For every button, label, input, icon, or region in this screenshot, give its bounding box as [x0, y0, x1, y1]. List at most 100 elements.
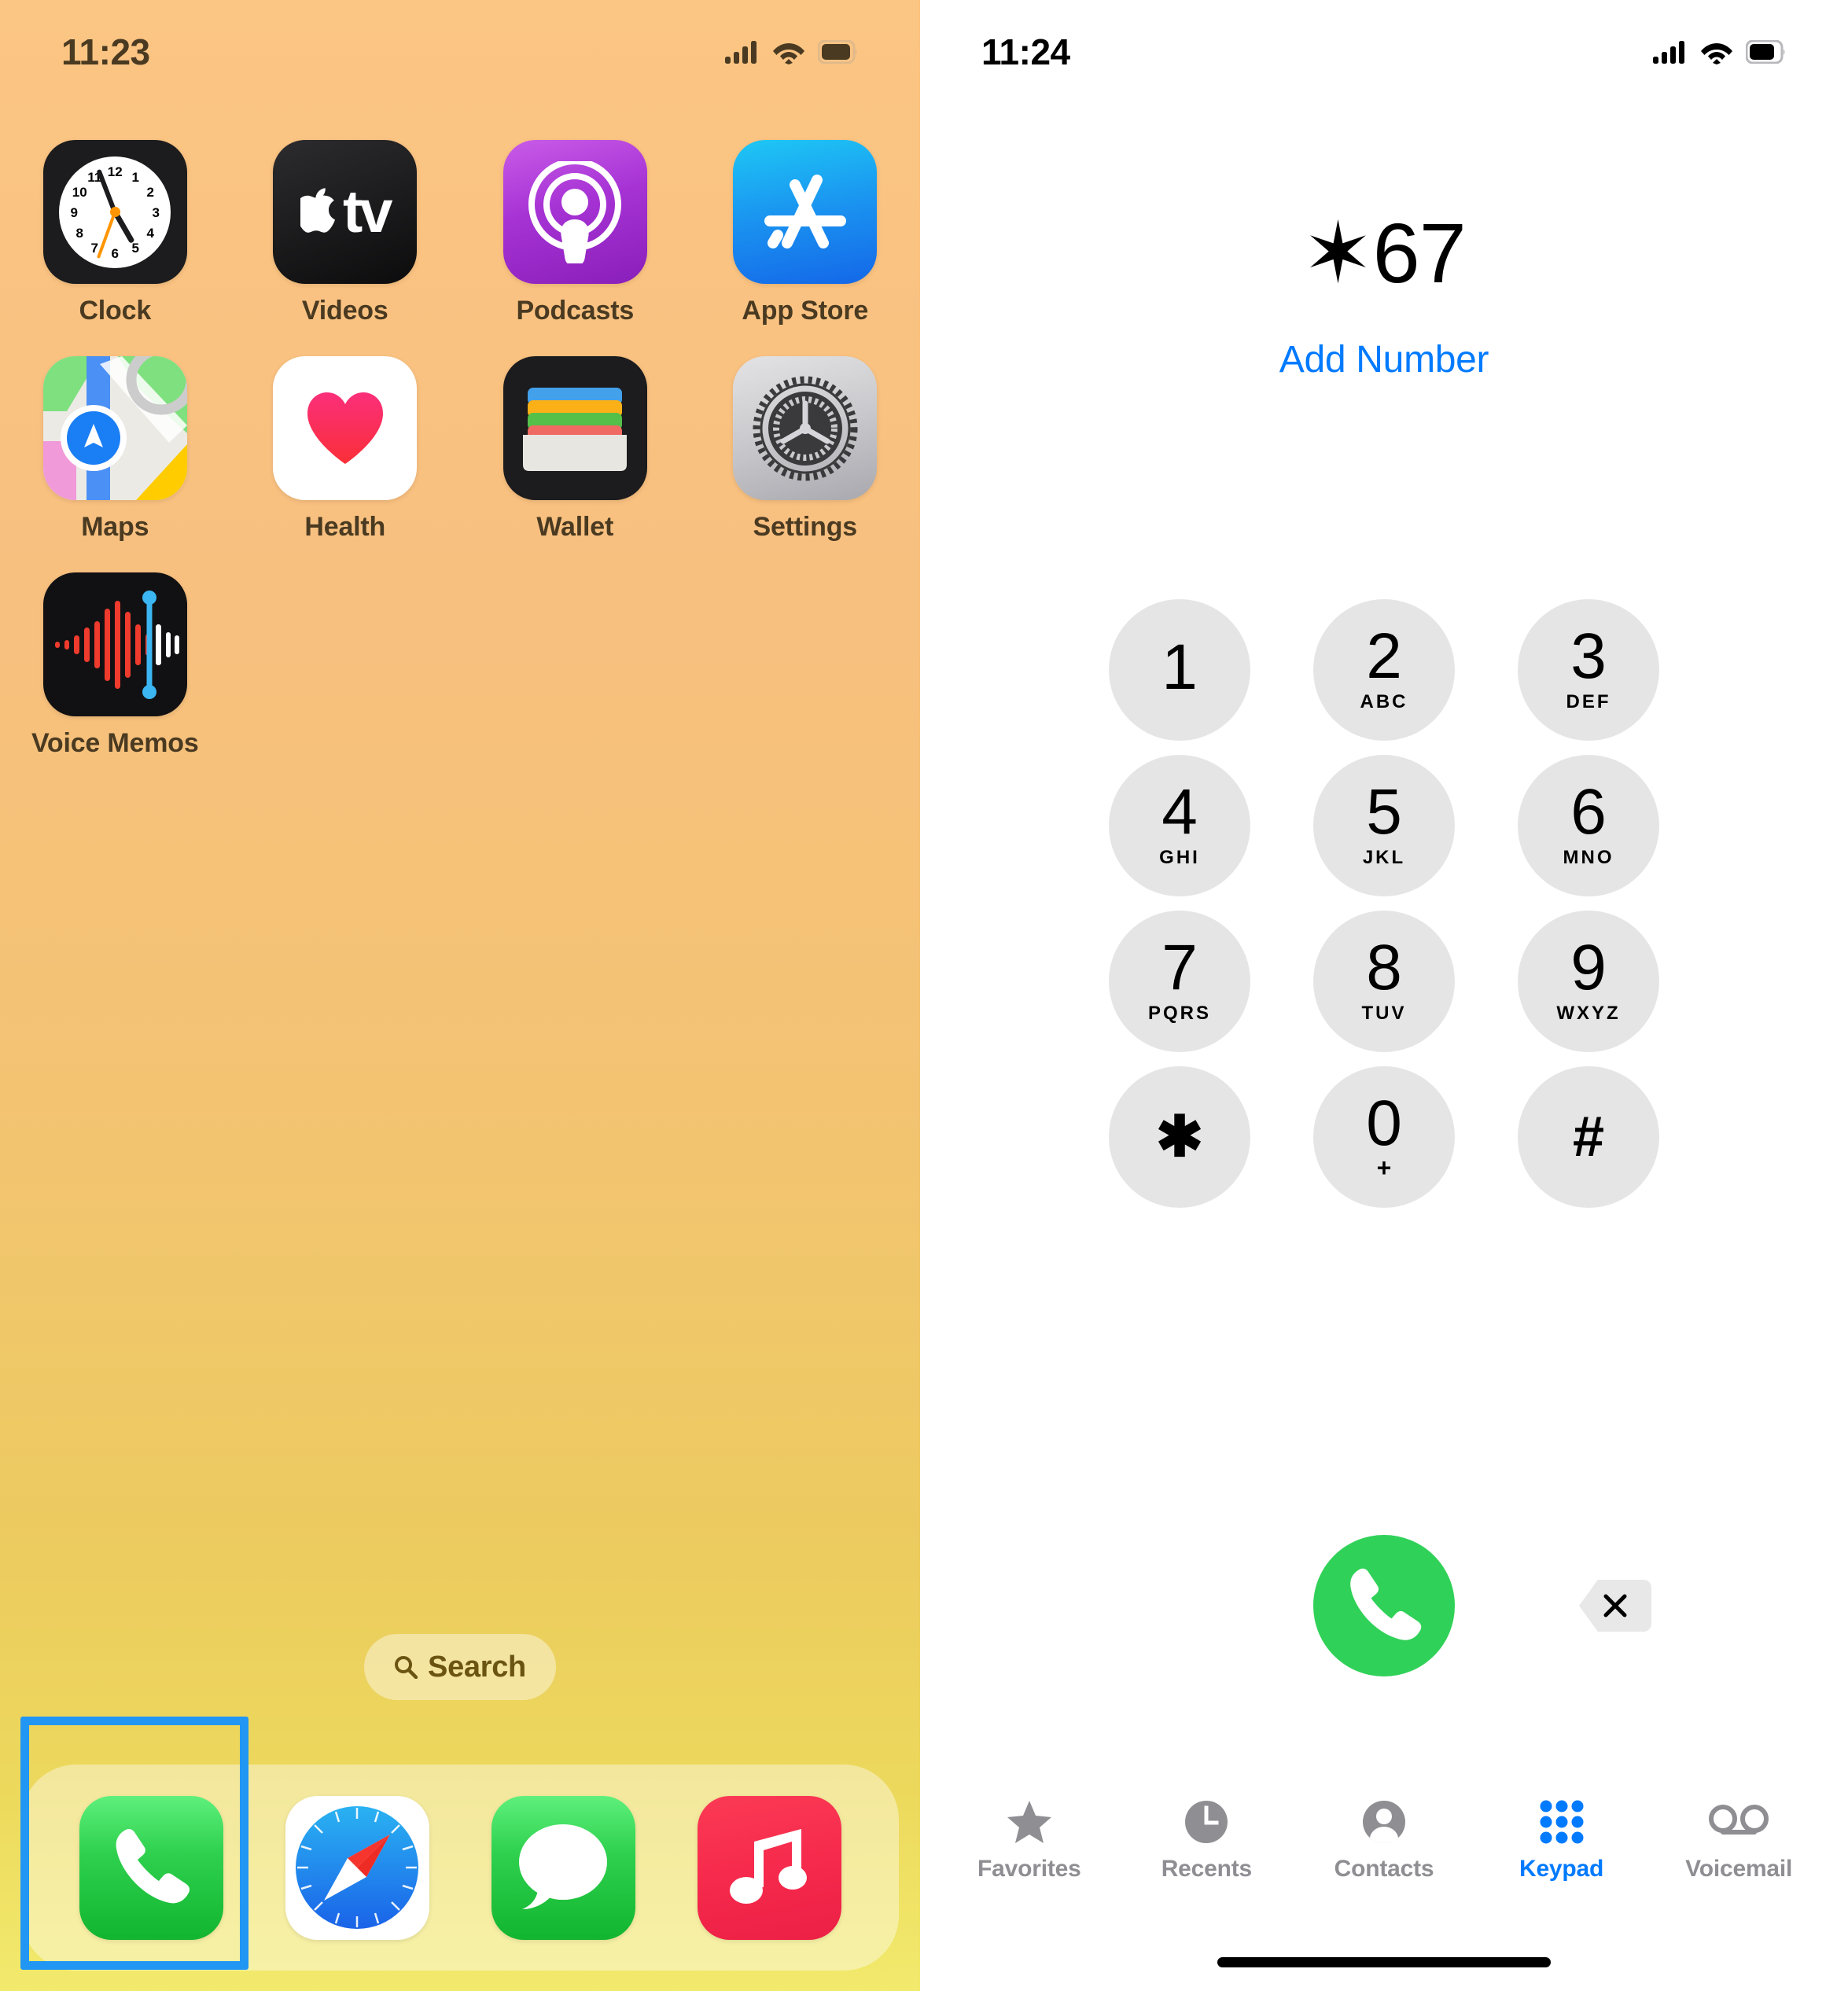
app-grid: 12 1 2 3 4 5 6 7 8 9 10 11 Clock tv Vide…: [0, 140, 920, 759]
status-time: 11:24: [981, 31, 1070, 72]
search-magnifier-icon: [395, 1656, 418, 1679]
tab-keypad[interactable]: Keypad: [1483, 1798, 1640, 1882]
key-letters: GHI: [1159, 846, 1200, 868]
search-label: Search: [428, 1650, 526, 1684]
app-health[interactable]: Health: [230, 356, 461, 543]
add-number-button[interactable]: Add Number: [920, 338, 1848, 381]
tab-favorites[interactable]: Favorites: [951, 1798, 1108, 1882]
phone-handset-icon: [116, 1829, 190, 1904]
tab-label: Contacts: [1334, 1856, 1434, 1882]
key-digit: 9: [1570, 932, 1607, 1004]
app-label: Maps: [81, 512, 149, 542]
key-digit: 3: [1570, 620, 1607, 693]
phone-tab-bar: Favorites Recents Contacts Keypad Voicem…: [920, 1798, 1848, 1916]
app-label: App Store: [742, 296, 869, 326]
key-letters: +: [1376, 1153, 1392, 1182]
dock-item-messages[interactable]: [491, 1795, 635, 1940]
wifi-icon: [773, 43, 804, 64]
key-digit: ✱: [1155, 1106, 1204, 1168]
key-letters: ABC: [1360, 690, 1408, 712]
maps-icon: [42, 356, 187, 500]
keypad-key-7[interactable]: 7 PQRS: [1109, 911, 1250, 1052]
iphone-home-screen: 11:23 12 1 2 3 4 5 6 7 8 9 10 11 Clock t…: [0, 0, 920, 1991]
app-clock[interactable]: 12 1 2 3 4 5 6 7 8 9 10 11 Clock: [0, 140, 230, 326]
settings-gear-icon: [733, 356, 878, 500]
apple-logo-icon: [300, 187, 335, 233]
app-maps[interactable]: Maps: [0, 356, 230, 543]
app-label: Videos: [301, 296, 388, 326]
keypad-key-3[interactable]: 3 DEF: [1518, 599, 1659, 741]
star-icon: [1007, 1801, 1051, 1843]
dock-item-music[interactable]: [697, 1795, 841, 1940]
search-button[interactable]: Search: [364, 1634, 556, 1700]
app-wallet[interactable]: Wallet: [460, 356, 690, 543]
app-settings[interactable]: Settings: [690, 356, 921, 543]
status-time: 11:23: [61, 31, 150, 72]
keypad-key-8[interactable]: 8 TUV: [1313, 911, 1455, 1052]
keypad-dots-icon: [1540, 1800, 1584, 1844]
dock-item-phone[interactable]: [79, 1795, 223, 1940]
tab-label: Favorites: [977, 1856, 1081, 1882]
key-digit: 5: [1366, 776, 1402, 848]
tab-voicemail[interactable]: Voicemail: [1660, 1798, 1817, 1882]
app-videos[interactable]: tv Videos: [230, 140, 461, 326]
keypad-key-0[interactable]: 0 +: [1313, 1066, 1455, 1208]
app-label: Settings: [753, 512, 858, 542]
iphone-phone-app-keypad-screen: 11:24 ✶67 Add Number 1 2 ABC 3 DEF 4 GHI…: [920, 0, 1848, 1991]
app-app-store[interactable]: App Store: [690, 140, 921, 326]
tab-recents[interactable]: Recents: [1128, 1798, 1285, 1882]
clock-icon: [1185, 1801, 1228, 1843]
phone-status-bar: 11:24: [920, 0, 1848, 86]
call-button[interactable]: [1313, 1535, 1455, 1676]
app-podcasts[interactable]: Podcasts: [460, 140, 690, 326]
person-icon: [1362, 1801, 1405, 1843]
dial-keypad: 1 2 ABC 3 DEF 4 GHI 5 JKL 6 MNO 7 PQRS 8…: [1109, 599, 1659, 1222]
delete-backspace-x-icon: [1603, 1594, 1627, 1617]
key-digit: 2: [1366, 620, 1402, 693]
dock: [21, 1765, 899, 1971]
safari-compass-icon: [296, 1806, 418, 1929]
app-voice-memos[interactable]: Voice Memos: [0, 572, 230, 759]
dual-screenshot-container: 11:23 12 1 2 3 4 5 6 7 8 9 10 11 Clock t…: [0, 0, 1848, 1991]
battery-icon: [1746, 40, 1785, 64]
key-digit: 8: [1366, 932, 1402, 1004]
keypad-key-5[interactable]: 5 JKL: [1313, 755, 1455, 896]
tab-label: Voicemail: [1685, 1856, 1793, 1882]
dialed-number-display: ✶67: [1302, 205, 1467, 300]
keypad-key-1[interactable]: 1: [1109, 599, 1250, 741]
apple-tv-wordmark: tv: [300, 178, 393, 246]
key-letters: WXYZ: [1556, 1002, 1621, 1024]
home-indicator: [1217, 1957, 1551, 1967]
call-action-row: [1109, 1535, 1659, 1676]
key-letters: PQRS: [1147, 1002, 1211, 1024]
key-letters: DEF: [1566, 690, 1611, 712]
key-digit: 4: [1161, 776, 1198, 848]
tab-label: Keypad: [1519, 1856, 1604, 1882]
clock-center-pin: [109, 207, 120, 217]
keypad-key-6[interactable]: 6 MNO: [1518, 755, 1659, 896]
clock-icon: 12 1 2 3 4 5 6 7 8 9 10 11: [42, 140, 187, 284]
key-digit: 0: [1366, 1088, 1402, 1160]
keypad-key-hash[interactable]: #: [1518, 1066, 1659, 1208]
keypad-key-4[interactable]: 4 GHI: [1109, 755, 1250, 896]
key-digit: 6: [1570, 776, 1607, 848]
voicemail-icon: [1709, 1805, 1769, 1835]
messages-bubble-icon: [519, 1824, 607, 1909]
delete-button[interactable]: [1579, 1580, 1651, 1632]
key-letters: TUV: [1361, 1002, 1407, 1024]
app-store-icon: [733, 140, 878, 284]
keypad-key-star[interactable]: ✱: [1109, 1066, 1250, 1208]
tab-contacts[interactable]: Contacts: [1305, 1798, 1463, 1882]
key-letters: JKL: [1362, 846, 1406, 868]
keypad-key-2[interactable]: 2 ABC: [1313, 599, 1455, 741]
voice-memos-waveform-icon: [42, 572, 187, 716]
status-indicators: [725, 39, 859, 64]
keypad-key-9[interactable]: 9 WXYZ: [1518, 911, 1659, 1052]
phone-handset-icon: [1350, 1568, 1422, 1640]
app-label: Wallet: [536, 512, 614, 542]
podcasts-icon: [502, 140, 647, 284]
signal-bars-icon: [1653, 41, 1684, 64]
key-digit: #: [1572, 1106, 1605, 1168]
status-indicators: [1653, 39, 1787, 64]
dock-item-safari[interactable]: [285, 1795, 429, 1940]
